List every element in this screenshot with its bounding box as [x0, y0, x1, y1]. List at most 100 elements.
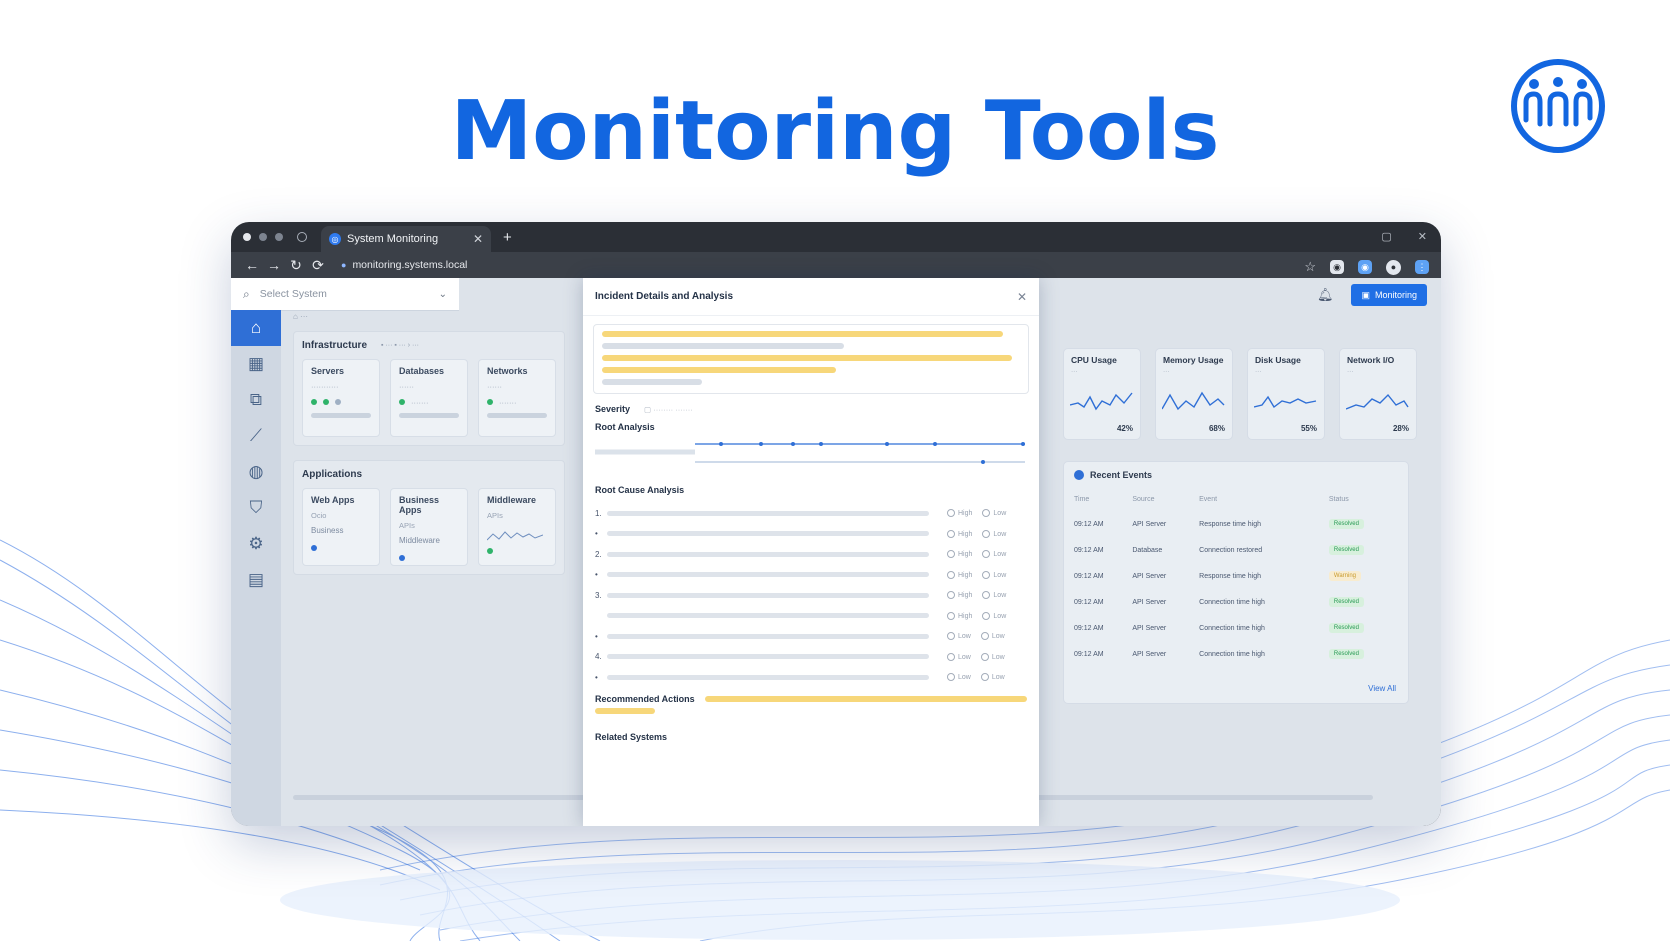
radio-high[interactable]: High	[947, 591, 972, 600]
infra-card-servers[interactable]: Servers ···········	[302, 359, 380, 437]
app-card-middleware[interactable]: Middleware APIs	[478, 488, 556, 566]
url-field[interactable]: monitoring.systems.local	[352, 259, 467, 271]
list-item: • High Low	[595, 570, 1007, 580]
network-icon[interactable]: ⧉	[231, 382, 281, 418]
radio-low[interactable]: Low	[980, 673, 1005, 682]
lock-icon: ●	[341, 260, 347, 270]
radio-low[interactable]: Low	[982, 509, 1006, 518]
new-tab-icon[interactable]: +	[503, 229, 512, 246]
radio-high[interactable]: High	[947, 509, 972, 518]
app-card-business-apps[interactable]: Business Apps APIs Middleware	[390, 488, 468, 566]
metric-card-disk[interactable]: Disk Usage ··· 55%	[1247, 348, 1325, 440]
back-icon[interactable]: ←	[241, 257, 263, 273]
root-analysis-label: Root Analysis	[595, 422, 655, 432]
radio-low[interactable]: Low	[947, 673, 971, 682]
reload-icon[interactable]: ↻	[285, 257, 307, 274]
chevron-down-icon: ⌄	[438, 288, 447, 300]
window-close-dot[interactable]	[243, 233, 251, 241]
cell-time: 09:12 AM	[1074, 572, 1104, 580]
recommended-actions-text	[704, 695, 1027, 702]
radio-high[interactable]: High	[947, 550, 972, 559]
radio-high[interactable]: High	[947, 529, 972, 538]
radio-low[interactable]: Low	[982, 611, 1006, 620]
cell-source: API Server	[1132, 572, 1167, 580]
metrics-row: CPU Usage ··· 42% Memory Usage ··· 68% D…	[1063, 348, 1417, 440]
cell-time: 09:12 AM	[1074, 624, 1104, 632]
metric-label: Network I/O	[1347, 355, 1395, 365]
card-sub: APIs	[399, 521, 415, 530]
close-icon[interactable]: ✕	[1017, 290, 1027, 304]
cell-time: 09:12 AM	[1074, 546, 1104, 554]
window-close-icon[interactable]: ✕	[1418, 230, 1427, 243]
card-label: Servers	[311, 366, 345, 376]
metric-card-cpu[interactable]: CPU Usage ··· 42%	[1063, 348, 1141, 440]
window-restore-icon[interactable]: ▢	[1381, 230, 1391, 243]
window-minimize-dot[interactable]	[259, 233, 267, 241]
table-row[interactable]: 09:12 AM API Server Response time high R…	[1074, 511, 1398, 537]
refresh-icon[interactable]: ⟳	[307, 257, 329, 274]
window-controls: ▢ ✕	[1381, 230, 1427, 243]
card-label: Middleware	[487, 495, 537, 505]
app-card-web-apps[interactable]: Web Apps Ocio Business	[302, 488, 380, 566]
card-sub: Ocio	[311, 511, 327, 520]
cell-event: Connection time high	[1199, 650, 1265, 658]
infra-card-databases[interactable]: Databases ······ ·······	[390, 359, 468, 437]
clock-icon	[1074, 470, 1084, 480]
table-row[interactable]: 09:12 AM Database Connection restored Re…	[1074, 537, 1398, 563]
card-label: Web Apps	[311, 495, 355, 505]
table-row[interactable]: 09:12 AM API Server Connection time high…	[1074, 589, 1398, 615]
home-icon[interactable]: ⌂	[231, 310, 281, 346]
view-all-link[interactable]: View All	[1368, 684, 1396, 693]
radio-low[interactable]: Low	[982, 529, 1006, 538]
servers-icon[interactable]: ▦	[231, 346, 281, 382]
radio-low[interactable]: Low	[982, 570, 1006, 579]
tab-group-icon[interactable]	[297, 232, 307, 242]
browser-window: ◎ System Monitoring ✕ + ▢ ✕ ← → ↻ ⟳ ● mo…	[231, 222, 1441, 826]
breadcrumb: ⌂ ···	[293, 312, 309, 321]
table-row[interactable]: 09:12 AM API Server Connection time high…	[1074, 615, 1398, 641]
col-status: Status	[1328, 496, 1349, 503]
table-row[interactable]: 09:12 AM API Server Connection time high…	[1074, 641, 1398, 667]
menu-icon[interactable]: ⋮	[1415, 260, 1429, 274]
monitoring-button[interactable]: ▣ Monitoring	[1351, 284, 1427, 306]
cell-event: Connection time high	[1199, 598, 1265, 606]
tab-close-icon[interactable]: ✕	[473, 232, 483, 246]
bell-icon[interactable]: 🔔︎	[1317, 287, 1334, 303]
radio-low[interactable]: Low	[947, 652, 971, 661]
extension-icon[interactable]: ◉	[1330, 260, 1344, 274]
gear-icon[interactable]: ⚙	[231, 526, 281, 562]
bookmark-star-icon[interactable]: ☆	[1304, 259, 1316, 275]
radio-low[interactable]: Low	[980, 632, 1005, 641]
profile-avatar-icon[interactable]: ●	[1386, 259, 1401, 275]
radio-low[interactable]: Low	[947, 632, 971, 641]
cell-time: 09:12 AM	[1074, 650, 1104, 658]
disk-sparkline	[1254, 395, 1317, 409]
cell-event: Response time high	[1199, 572, 1262, 580]
extension-blue-icon[interactable]: ◉	[1358, 260, 1372, 274]
shield-icon[interactable]: ⛉	[231, 490, 281, 526]
tab-system-monitoring[interactable]: ◎ System Monitoring ✕	[321, 226, 491, 252]
app-viewport: ⌕ Select System ⌄ ⌂ ▦ ⧉ ⟋ ◍ ⛉ ⚙ ▤ ⌂ ··· …	[231, 278, 1441, 826]
radio-low[interactable]: Low	[980, 652, 1005, 661]
select-system-dropdown[interactable]: ⌕ Select System ⌄	[231, 278, 459, 310]
status-badge: Resolved	[1328, 519, 1364, 529]
metric-card-network[interactable]: Network I/O ··· 28%	[1339, 348, 1417, 440]
forward-icon[interactable]: →	[263, 257, 285, 273]
document-icon[interactable]: ▤	[231, 562, 281, 598]
card-sub2: Business	[311, 526, 344, 535]
list-item: 1. High Low	[595, 508, 1007, 518]
card-label: Business Apps	[399, 495, 440, 515]
security-icon[interactable]: ◍	[231, 454, 281, 490]
severity-value[interactable]: ▢ ········ ·······	[644, 405, 693, 414]
radio-low[interactable]: Low	[982, 550, 1006, 559]
infra-card-networks[interactable]: Networks ······ ·······	[478, 359, 556, 437]
radio-high[interactable]: High	[947, 570, 972, 579]
radio-high[interactable]: High	[947, 611, 972, 620]
metric-card-memory[interactable]: Memory Usage ··· 68%	[1155, 348, 1233, 440]
window-maximize-dot[interactable]	[275, 233, 283, 241]
monitoring-button-label: Monitoring	[1374, 290, 1417, 300]
table-row[interactable]: 09:12 AM API Server Response time high W…	[1074, 563, 1398, 589]
list-item: High Low	[595, 606, 1027, 627]
chart-icon[interactable]: ⟋	[231, 418, 281, 454]
radio-low[interactable]: Low	[982, 591, 1006, 600]
